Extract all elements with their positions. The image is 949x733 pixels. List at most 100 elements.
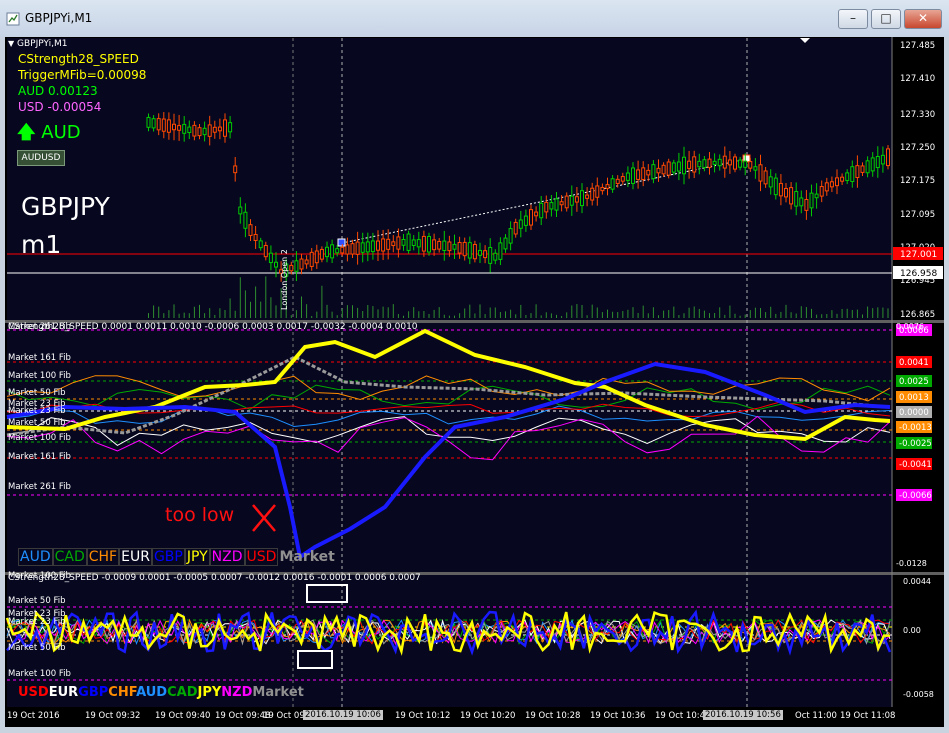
candle-body — [574, 196, 579, 203]
candle-body — [636, 169, 641, 180]
panel1-legend: AUD CAD CHF EUR GBP JPY NZD USD Market — [18, 548, 336, 566]
candle-body — [860, 165, 865, 173]
legend-item-eur: EUR — [48, 685, 79, 700]
candle-body — [692, 156, 697, 173]
fib-label: Market 50 Fib — [8, 388, 66, 398]
candle-body — [794, 191, 799, 207]
candle-body — [304, 259, 309, 265]
strength-panel-1[interactable] — [7, 323, 892, 573]
candle-body — [518, 219, 523, 229]
time-axis[interactable]: 19 Oct 2016 19 Oct 09:32 19 Oct 09:40 19 Oc… — [5, 707, 944, 727]
value-badge-text: -0.0066 — [899, 491, 932, 501]
candle-body — [748, 161, 753, 169]
candle-body — [340, 246, 345, 254]
candle-body — [452, 243, 457, 250]
legend-item-nzd: NZD — [209, 548, 245, 566]
legend-item-nzd: NZD — [221, 685, 253, 700]
candle-body — [620, 176, 625, 182]
price-tick-label: 127.485 — [900, 41, 935, 51]
legend-item-gbp: GBP — [151, 548, 185, 566]
fib-label: Market 100 Fib — [8, 669, 71, 679]
trigger-value: TriggerMFib=0.00098 — [18, 68, 147, 82]
candle-body — [217, 126, 222, 132]
candle-body — [493, 252, 498, 261]
legend-item-aud: AUD — [18, 548, 53, 566]
candle-body — [809, 192, 814, 209]
candle-body — [350, 243, 355, 255]
value-badge-text: -0.0041 — [899, 460, 932, 470]
pair-button[interactable]: AUDUSD — [17, 150, 65, 166]
legend-item-jpy: JPY — [197, 685, 222, 700]
arrow-up-icon: 🡅 — [17, 122, 36, 143]
candle-body — [835, 177, 839, 187]
candle-body — [503, 237, 508, 250]
candle-body — [483, 250, 488, 259]
candle-body — [824, 182, 829, 192]
candle-body — [886, 148, 890, 167]
indicator-name: CStrength28_SPEED — [18, 52, 139, 66]
candle-body — [687, 160, 692, 169]
minimize-button[interactable]: – — [838, 9, 868, 29]
panel2-axis-zero: 0.00 — [903, 626, 921, 635]
candle-body — [396, 236, 401, 250]
candle-body — [416, 239, 421, 248]
candle-body — [472, 243, 477, 260]
chart-canvas[interactable]: 127.485 127.410 127.330 127.250 127.175 127.0… — [5, 37, 944, 727]
window-title: GBPJPYi,M1 — [25, 11, 93, 25]
candle-body — [523, 215, 528, 226]
time-tick-label: 19 Oct 10:20 — [460, 711, 516, 721]
candle-body — [595, 185, 600, 198]
candle-body — [177, 125, 182, 131]
maximize-button[interactable]: □ — [871, 9, 901, 29]
candle-body — [360, 242, 365, 253]
candle-body — [682, 156, 686, 175]
legend-item-jpy: JPY — [184, 548, 210, 566]
value-badge-text: -0.0025 — [899, 439, 932, 449]
candle-body — [437, 240, 442, 250]
candle-body — [462, 241, 467, 257]
candle-body — [197, 127, 202, 137]
legend-item-chf: CHF — [86, 548, 120, 566]
candle-body — [789, 187, 794, 205]
candle-body — [325, 246, 329, 258]
candle-body — [850, 166, 855, 182]
candle-body — [733, 156, 737, 170]
candle-body — [289, 264, 294, 272]
candle-body — [488, 246, 493, 264]
candle-body — [564, 195, 569, 209]
candle-body — [631, 167, 635, 184]
time-tick-label: 19 Oct 09:32 — [85, 711, 141, 721]
candle-body — [753, 166, 758, 171]
candle-body — [146, 116, 151, 128]
candle-body — [845, 172, 850, 181]
candle-body — [768, 176, 773, 188]
close-button[interactable]: ✕ — [904, 9, 942, 29]
candle-body — [401, 238, 406, 246]
value-badge-text: -0.0013 — [899, 423, 932, 433]
time-highlight-label: 2016.10.19 10:56 — [703, 710, 783, 720]
legend-item-aud: AUD — [136, 685, 168, 700]
candle-body — [233, 165, 238, 174]
candle-body — [819, 186, 824, 197]
candle-body — [778, 182, 783, 197]
price-tick-label: 127.095 — [900, 210, 935, 220]
candle-body — [804, 199, 809, 211]
candle-body — [554, 198, 559, 211]
panel1-value-badges: 0.00660.00410.00250.00130.0000-0.0013-0.… — [896, 324, 932, 501]
candle-body — [478, 249, 482, 256]
chart-area[interactable]: 127.485 127.410 127.330 127.250 127.175 127.0… — [5, 37, 944, 727]
candle-body — [365, 241, 370, 253]
price-tick-label: 127.410 — [900, 74, 935, 84]
candle-body — [330, 244, 335, 259]
candle-body — [855, 165, 860, 179]
candle-body — [508, 228, 513, 244]
white-price-text: 126.958 — [900, 269, 937, 279]
candle-body — [585, 194, 590, 199]
candle-body — [727, 159, 732, 166]
price-tick-label: 127.250 — [900, 143, 935, 153]
fib-label: Market 261 Fib — [8, 322, 71, 332]
candle-body — [605, 184, 610, 189]
symbol-label-text: GBPJPYi,M1 — [17, 39, 68, 49]
candle-body — [615, 178, 620, 184]
legend-item-usd: USD — [244, 548, 279, 566]
